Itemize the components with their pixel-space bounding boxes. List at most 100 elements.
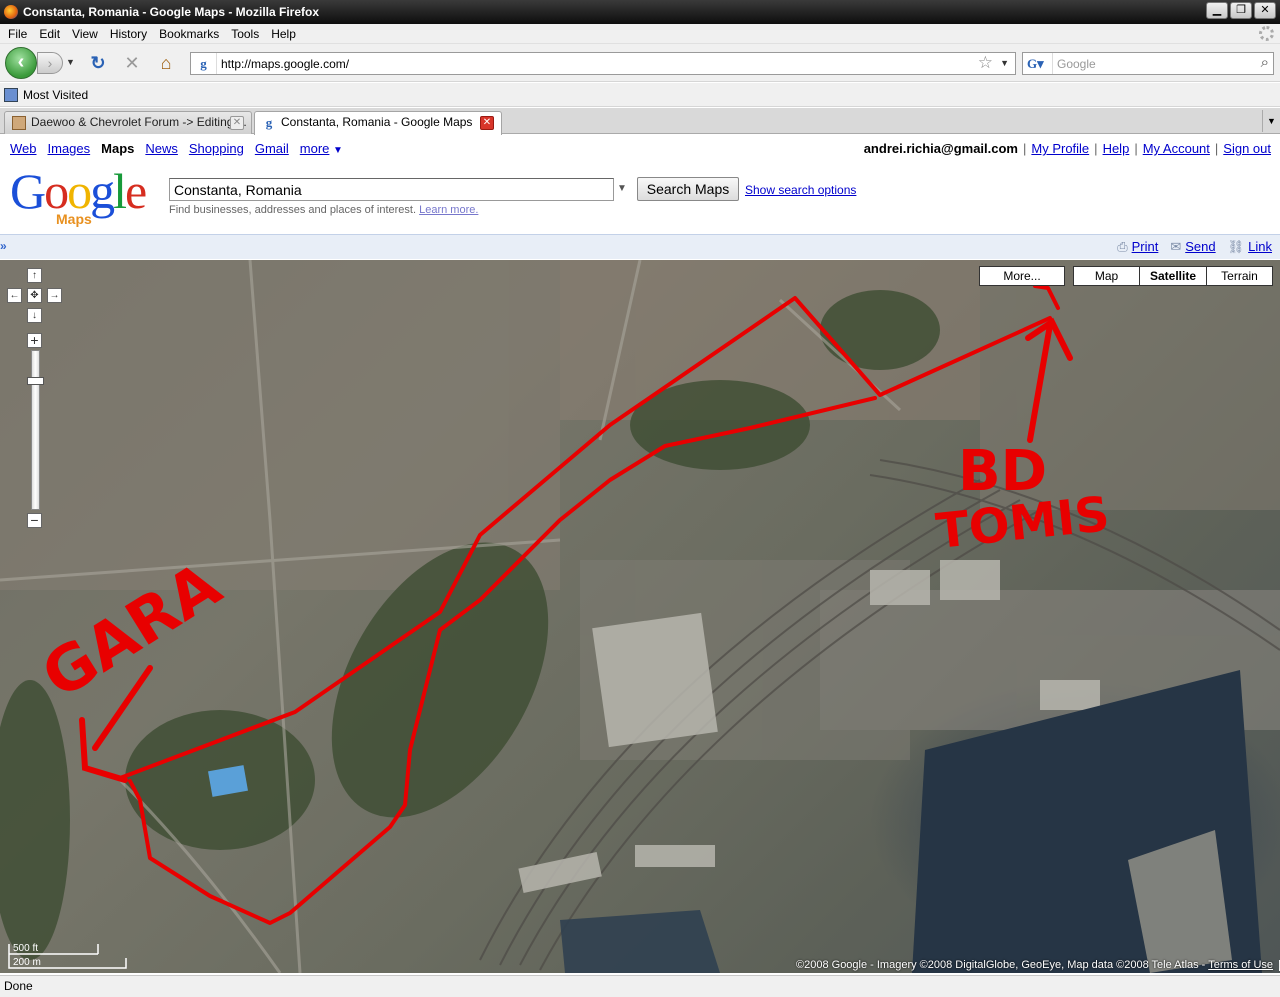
most-visited-icon [4,87,18,102]
menu-bar: File Edit View History Bookmarks Tools H… [0,24,1280,44]
web-search-bar[interactable]: G▾ Google ⌕ [1022,52,1274,75]
separator: | [1214,141,1219,156]
separator: | [1022,141,1027,156]
show-search-options-link[interactable]: Show search options [745,183,856,197]
map-type-terrain[interactable]: Terrain [1206,266,1273,286]
tab-label: Constanta, Romania - Google Maps [281,115,473,129]
terms-of-use-link[interactable]: Terms of Use [1208,959,1273,971]
sign-out-link[interactable]: Sign out [1223,141,1271,156]
stop-icon[interactable]: ✕ [122,53,142,73]
tab-close-icon[interactable]: ✕ [480,116,494,130]
zoom-slider-track[interactable] [31,350,40,510]
pan-up-icon[interactable]: ↑ [27,268,42,283]
menu-tools[interactable]: Tools [225,27,265,41]
menu-history[interactable]: History [104,27,153,41]
reload-icon[interactable]: ↻ [88,53,108,73]
zoom-slider-thumb[interactable] [27,377,44,385]
window-titlebar: Constanta, Romania - Google Maps - Mozil… [0,0,1280,24]
menu-bookmarks[interactable]: Bookmarks [153,27,225,41]
google-favicon-icon: g [265,115,273,130]
window-title: Constanta, Romania - Google Maps - Mozil… [23,5,320,19]
zoom-out-icon[interactable]: − [27,513,42,528]
search-placeholder[interactable]: Google [1057,57,1096,71]
nav-link-gmail[interactable]: Gmail [255,141,289,156]
nav-link-maps-current: Maps [101,141,135,156]
forward-button[interactable]: › [37,52,63,74]
url-dropdown-icon[interactable]: ▼ [1000,58,1009,68]
pan-center-icon[interactable]: ✥ [27,288,42,303]
print-control[interactable]: ⎙ Print [1117,239,1158,255]
search-hint: Find businesses, addresses and places of… [169,204,478,216]
learn-more-link[interactable]: Learn more. [419,204,478,216]
nav-more[interactable]: more ▼ [300,141,343,156]
nav-link-shopping[interactable]: Shopping [189,141,244,156]
close-window-button[interactable]: ✕ [1254,2,1276,19]
home-icon[interactable]: ⌂ [156,53,176,73]
help-link[interactable]: Help [1103,141,1130,156]
printer-icon: ⎙ [1117,239,1128,254]
map-type-satellite[interactable]: Satellite [1139,266,1207,286]
pan-down-icon[interactable]: ↓ [27,308,42,323]
menu-view[interactable]: View [66,27,104,41]
send-control[interactable]: ✉ Send [1170,239,1215,255]
tab-daewoo-forum[interactable]: Daewoo & Chevrolet Forum -> Editing ... … [4,111,252,134]
google-top-nav: Web Images Maps News Shopping Gmail more… [0,136,1280,160]
chain-link-icon: ⛓ [1227,239,1245,254]
link-control[interactable]: ⛓ Link [1228,239,1272,255]
tab-bar: Daewoo & Chevrolet Forum -> Editing ... … [0,108,1280,135]
map-type-map[interactable]: Map [1073,266,1140,286]
envelope-icon: ✉ [1170,239,1182,254]
pan-right-icon[interactable]: → [47,288,62,303]
my-account-link[interactable]: My Account [1143,141,1210,156]
search-history-dropdown-icon[interactable]: ▼ [617,183,627,194]
my-profile-link[interactable]: My Profile [1031,141,1089,156]
site-favicon-icon: g [191,53,217,74]
url-bar[interactable]: g http://maps.google.com/ ☆ ▼ [190,52,1016,75]
zoom-in-icon[interactable]: + [27,333,42,348]
bookmarks-toolbar: Most Visited [0,83,1280,107]
more-layers-button[interactable]: More... [979,266,1065,286]
search-engine-icon[interactable]: G▾ [1023,53,1053,74]
tab-close-icon[interactable]: ✕ [230,116,244,130]
copyright-text: ©2008 Google - Imagery ©2008 DigitalGlob… [796,959,1206,971]
search-maps-button[interactable]: Search Maps [637,177,739,201]
bookmark-most-visited[interactable]: Most Visited [23,88,88,102]
maps-search-input[interactable]: Constanta, Romania [169,178,614,201]
menu-help[interactable]: Help [265,27,302,41]
send-link[interactable]: Send [1185,239,1215,254]
nav-link-news[interactable]: News [145,141,178,156]
print-link[interactable]: Print [1132,239,1159,254]
search-hint-text: Find businesses, addresses and places of… [169,204,417,216]
link-link[interactable]: Link [1248,239,1272,254]
logo-word: Google [10,163,147,219]
separator: | [1134,141,1138,156]
tab-label: Daewoo & Chevrolet Forum -> Editing ... [31,115,247,129]
throbber-icon [1259,26,1274,41]
tab-google-maps[interactable]: g Constanta, Romania - Google Maps ✕ [254,111,502,135]
maps-header: Google Maps Constanta, Romania ▼ Search … [0,162,1280,232]
bookmark-star-icon[interactable]: ☆ [978,53,993,73]
nav-link-web[interactable]: Web [10,141,37,156]
search-icon[interactable]: ⌕ [1261,54,1269,71]
back-button[interactable]: ‹ [5,47,37,79]
scale-feet: 500 ft [13,943,38,954]
logo-maps-label: Maps [56,211,92,227]
navigation-toolbar: ‹ › ▼ ↻ ✕ ⌂ g http://maps.google.com/ ☆ … [0,44,1280,82]
menu-file[interactable]: File [2,27,33,41]
satellite-map[interactable]: GARA BD TOMIS ↑ ← ✥ → ↓ + − More... Map … [0,260,1280,973]
tab-list-dropdown-icon[interactable]: ▼ [1262,110,1280,132]
more-dropdown-icon[interactable]: ▼ [333,145,343,156]
menu-edit[interactable]: Edit [33,27,66,41]
restore-button[interactable]: ❐ [1230,2,1252,19]
nav-link-more[interactable]: more [300,141,330,156]
pan-left-icon[interactable]: ← [7,288,22,303]
collapse-panel-icon[interactable]: » [0,239,14,255]
user-email: andrei.richia@gmail.com [863,141,1018,156]
google-maps-logo[interactable]: Google Maps [10,163,160,227]
history-dropdown-icon[interactable]: ▼ [66,57,75,67]
url-text[interactable]: http://maps.google.com/ [221,57,349,71]
nav-link-images[interactable]: Images [48,141,91,156]
map-scale: 500 ft 200 m [8,940,128,970]
map-toolstrip: » ⎙ Print ✉ Send ⛓ Link [0,234,1280,259]
minimize-button[interactable]: ▁ [1206,2,1228,19]
